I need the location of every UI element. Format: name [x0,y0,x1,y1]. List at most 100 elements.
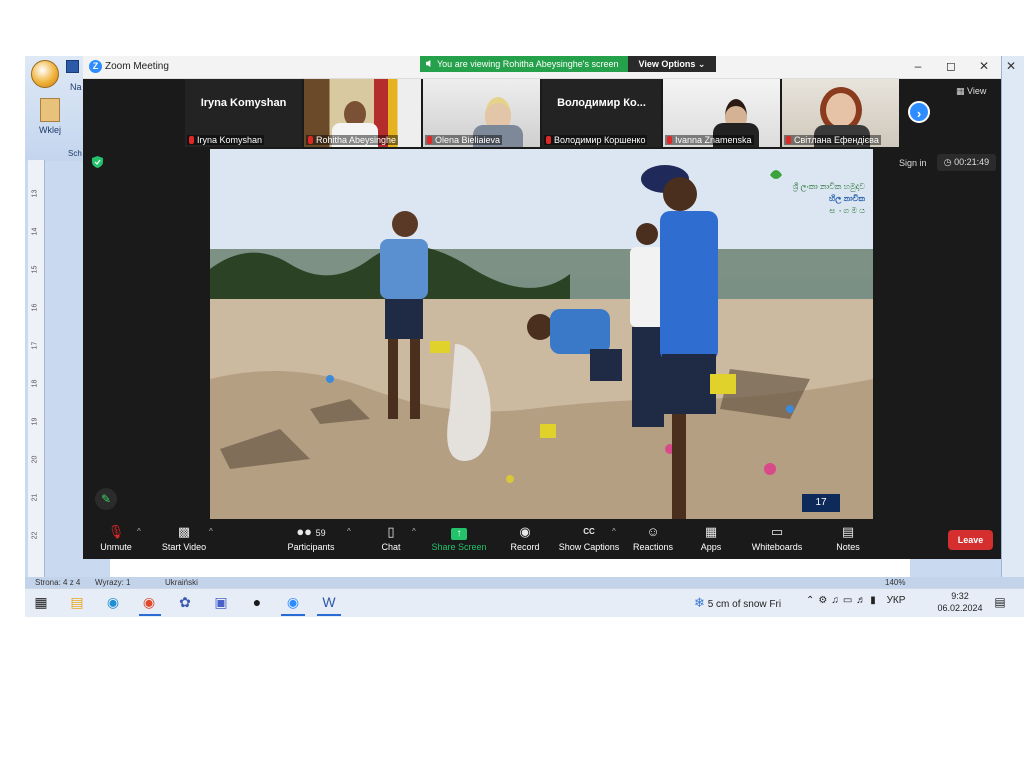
viewing-banner: You are viewing Rohitha Abeysinghe's scr… [420,56,628,72]
muted-mic-icon [546,136,551,144]
participant-label-text: Iryna Komyshan [197,135,263,145]
unmute-label: Unmute [100,542,132,552]
notes-label: Notes [836,542,860,552]
speaker-icon [426,60,431,67]
whiteboard-icon: ▭ [770,524,784,539]
word-page [110,558,910,578]
participant-label: Olena Bieliaieva [425,135,503,145]
participant-tile[interactable]: Володимир Ко... Володимир Коршенко [542,79,661,147]
show-captions-label: Show Captions [558,542,620,552]
participant-tile[interactable]: Ivanna Znamenska [663,79,780,147]
clipboard-group-label: Sch [68,149,82,158]
chevron-up-icon[interactable]: ^ [209,527,213,536]
word-taskbar-icon[interactable]: W [319,592,339,612]
muted-mic-icon [667,136,672,144]
taskbar-clock[interactable]: 9:32 06.02.2024 [935,590,985,614]
view-button-label: View [967,86,987,96]
participants-count: 59 [315,528,326,538]
sign-in-link[interactable]: Sign in [899,158,927,168]
shield-icon[interactable] [92,156,103,168]
status-page[interactable]: Strona: 4 z 4 [35,578,80,587]
settings-globe-icon[interactable]: ✿ [175,592,195,612]
participant-label-text: Olena Bieliaieva [435,135,501,145]
record-button[interactable]: ◉ Record [490,524,560,552]
ruler-number: 16 [31,303,39,312]
word-scrollbar[interactable] [1001,56,1024,586]
close-button[interactable]: ✕ [975,59,993,73]
next-page-button[interactable]: › [908,101,930,123]
clock-date: 06.02.2024 [937,603,983,613]
participant-label: Rohitha Abeysinghe [306,135,399,145]
chrome-browser-icon[interactable]: ◉ [139,592,159,612]
participant-name-display: Володимир Ко... [557,97,646,109]
chevron-up-icon[interactable]: ^ [612,527,616,536]
paste-label[interactable]: Wklej [39,125,61,135]
active-indicator [281,614,305,616]
grid-icon: ▦ [956,86,965,96]
chat-label: Chat [381,542,401,552]
participant-label: Iryna Komyshan [187,135,265,145]
view-button[interactable]: ▦ View [956,86,986,97]
participant-tile[interactable]: Olena Bieliaieva [423,79,540,147]
participant-tile[interactable]: Світлана Ефендієва [782,79,899,147]
ruler-number: 20 [31,455,39,464]
edge-browser-icon[interactable]: ◉ [103,592,123,612]
zoom-logo-icon: Z [89,60,102,73]
participants-button[interactable]: ●● 59 Participants [276,524,346,552]
muted-mic-icon [308,136,313,144]
leave-button[interactable]: Leave [948,530,993,550]
language-indicator[interactable]: УКР [887,595,906,606]
timer-text: 00:21:49 [954,157,990,167]
minimize-button[interactable]: – [909,59,927,73]
status-words[interactable]: Wyrazy: 1 [95,578,131,587]
save-icon[interactable] [66,60,79,73]
viewing-banner-text: You are viewing Rohitha Abeysinghe's scr… [437,59,619,69]
ruler-number: 17 [31,341,39,350]
tray-icons: ⌃⚙♫▭♬▮ [806,595,880,606]
participant-label: Володимир Коршенко [544,135,648,145]
system-tray[interactable]: ⌃⚙♫▭♬▮ УКР [806,595,905,606]
status-language[interactable]: Ukraiński [165,578,198,587]
chevron-right-icon: › [916,106,922,121]
share-screen-icon: ↑ [424,524,494,540]
clock-icon: ◷ [943,157,952,167]
muted-mic-icon [786,136,791,144]
chevron-up-icon[interactable]: ^ [137,527,141,536]
ruler-number: 15 [31,265,39,274]
file-explorer-icon[interactable]: ▤ [67,592,87,612]
app-icon[interactable]: ▣ [211,592,231,612]
close-icon[interactable]: ✕ [1002,59,1020,73]
chevron-up-icon[interactable]: ^ [347,527,351,536]
zoom-taskbar-icon[interactable]: ◉ [283,592,303,612]
chevron-up-icon[interactable]: ^ [412,527,416,536]
whiteboards-button[interactable]: ▭ Whiteboards [742,524,812,552]
participants-icon-row: ●● 59 [276,524,346,539]
apps-button[interactable]: ▦ Apps [676,524,746,552]
notes-button[interactable]: ▤ Notes [813,524,883,552]
participant-label-text: Ivanna Znamenska [675,135,752,145]
word-tab-partial[interactable]: Na [70,82,82,92]
participant-name-display: Iryna Komyshan [200,97,287,109]
chrome-dark-icon[interactable]: ● [247,592,267,612]
maximize-button[interactable]: ◻ [942,59,960,73]
participant-tile[interactable]: Iryna Komyshan Iryna Komyshan [185,79,302,147]
view-options-label: View Options [638,59,696,69]
muted-mic-icon [427,136,432,144]
share-screen-button[interactable]: ↑ Share Screen [424,524,494,552]
muted-mic-icon [189,136,194,144]
start-windows-icon[interactable]: ▦ [31,592,51,612]
record-icon: ◉ [519,524,531,539]
ruler-number: 22 [31,531,39,540]
weather-widget[interactable]: ❄ 5 cm of snow Fri [694,595,781,611]
view-options-button[interactable]: View Options ⌄ [628,56,716,72]
vertical-ruler: 13 14 15 16 17 18 19 20 21 22 [28,160,45,578]
zoom-level[interactable]: 140% [885,578,905,587]
paste-icon[interactable] [40,98,60,122]
logo-line: ශ්‍රී ලංකා නාවික හමුදාව [792,182,865,191]
annotate-pencil-icon[interactable]: ✎ [95,488,117,510]
whiteboards-label: Whiteboards [751,542,803,552]
share-screen-label: Share Screen [431,542,487,552]
notification-icon[interactable]: ▤ [990,592,1010,612]
participant-tile[interactable]: Rohitha Abeysinghe [304,79,421,147]
office-button[interactable] [31,60,59,88]
